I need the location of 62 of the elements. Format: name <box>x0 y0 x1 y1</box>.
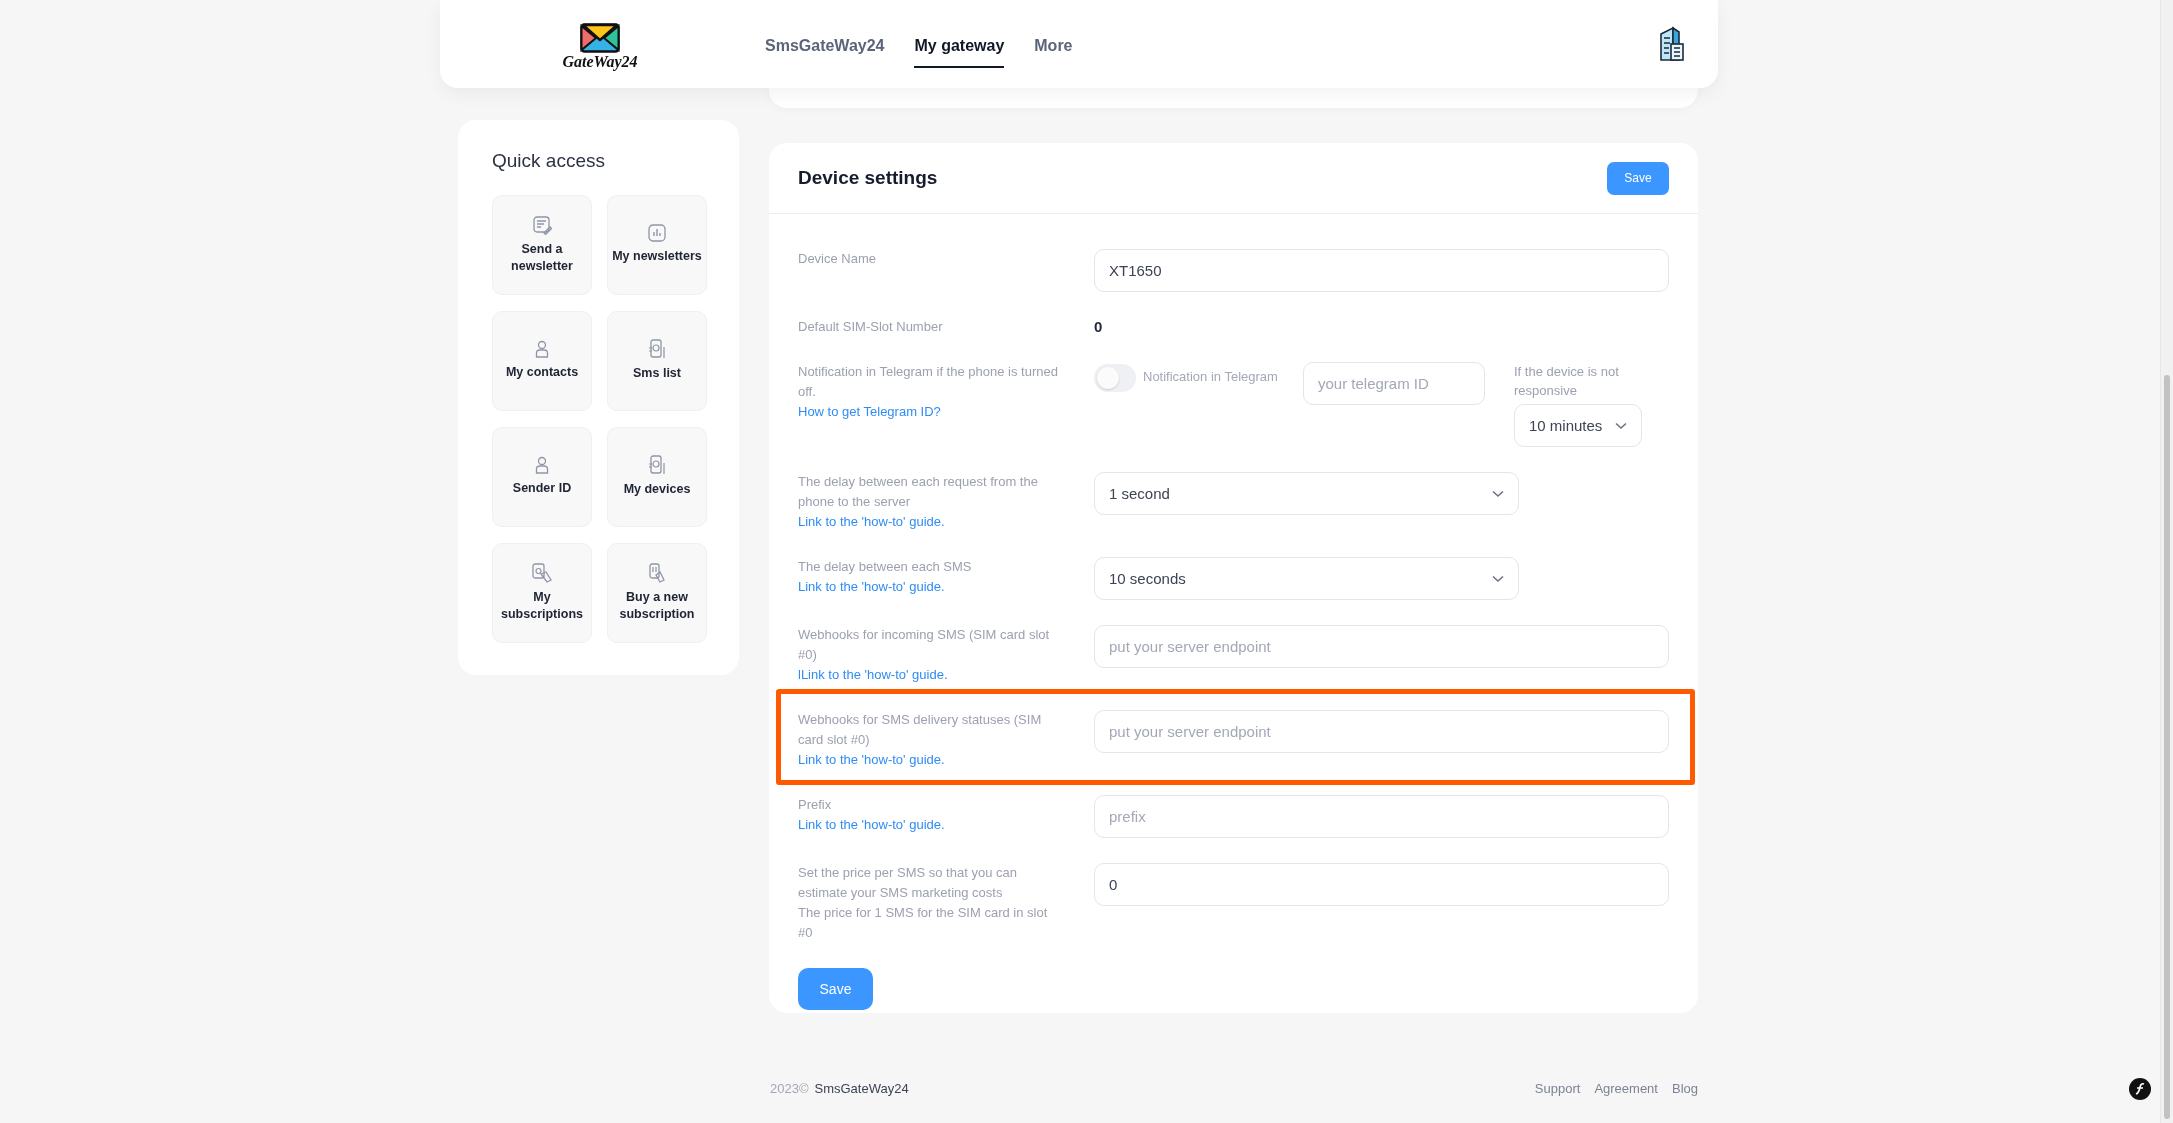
field-label: Webhooks for incoming SMS (SIM card slot #0) <box>798 626 1051 664</box>
field-label: Set the price per SMS so that you can estimate your SMS marketing costs <box>798 864 1018 902</box>
input-field[interactable]: your telegram ID <box>1303 362 1485 405</box>
chevron-icon <box>1492 574 1504 583</box>
field-label: The delay between each SMS <box>798 558 973 576</box>
phone-icon <box>648 339 666 360</box>
footer-link[interactable]: Blog <box>1671 1081 1698 1096</box>
footer-link[interactable]: Support <box>1534 1081 1581 1096</box>
envelope-icon <box>580 22 620 53</box>
panel-title: Quick access <box>492 150 606 172</box>
field-label: If the device is not responsive <box>1514 363 1620 400</box>
footer-link[interactable]: Agreement <box>1594 1081 1658 1096</box>
quick-access-tile[interactable]: My subscriptions <box>492 543 592 643</box>
logo-text: GateWay24 <box>562 53 638 70</box>
phone-icon <box>648 455 666 476</box>
guide-link[interactable]: lLink to the 'how-to' guide. <box>798 665 1058 685</box>
person-icon <box>535 340 549 359</box>
input-field[interactable]: put your server endpoint <box>1094 710 1669 753</box>
select-field[interactable]: 10 seconds <box>1094 557 1519 600</box>
quick-access-tile[interactable]: Sms list <box>607 311 707 411</box>
toggle-label: Notification in Telegram <box>1143 369 1279 384</box>
nav-tab[interactable]: My gateway <box>914 26 1005 68</box>
nav-tab[interactable]: SmsGateWay24 <box>765 26 885 68</box>
toolbar-logo-icon[interactable] <box>2129 1078 2151 1100</box>
person-icon <box>535 456 549 475</box>
input-field[interactable]: 0 <box>1094 863 1669 906</box>
select-field[interactable]: 10 minutes <box>1514 404 1642 447</box>
select-field[interactable]: 1 second <box>1094 472 1519 515</box>
quick-access-tile[interactable]: Send a newsletter <box>492 195 592 295</box>
field-value: 0 <box>1094 318 1103 335</box>
guide-link[interactable]: Link to the 'how-to' guide. <box>798 815 1058 835</box>
chevron-icon <box>1492 489 1504 498</box>
field-label: The delay between each request from the phone to the server <box>798 473 1039 511</box>
toggle-switch[interactable] <box>1094 364 1136 392</box>
field-label: Notification in Telegram if the phone is turned off. <box>798 363 1058 401</box>
card-title: Device settings <box>798 167 938 189</box>
field-label: Prefix <box>798 796 833 814</box>
guide-link[interactable]: Link to the 'how-to' guide. <box>798 750 1058 770</box>
quick-access-tile[interactable]: My newsletters <box>607 195 707 295</box>
scrollbar[interactable] <box>2160 0 2173 1123</box>
bar-chart-icon <box>648 224 666 243</box>
nav-tab[interactable]: More <box>1034 26 1073 68</box>
guide-link[interactable]: Link to the 'how-to' guide. <box>798 577 1058 597</box>
input-field[interactable]: XT1650 <box>1094 249 1669 292</box>
quick-access-tile[interactable]: My devices <box>607 427 707 527</box>
field-label: Device Name <box>798 250 878 268</box>
copyright-year: 2023© <box>770 1081 809 1096</box>
field-label: Webhooks for SMS delivery statuses (SIM card slot #0) <box>798 711 1043 749</box>
card-hand-icon <box>649 562 665 583</box>
field-label: The price for 1 SMS for the SIM card in slot #0 <box>798 904 1049 942</box>
input-field[interactable]: put your server endpoint <box>1094 625 1669 668</box>
card-hand-icon <box>532 562 552 583</box>
guide-link[interactable]: How to get Telegram ID? <box>798 402 1058 422</box>
footer-brand: SmsGateWay24 <box>814 1081 909 1096</box>
quick-access-tile[interactable]: Sender ID <box>492 427 592 527</box>
quick-access-tile[interactable]: Buy a new subscription <box>607 543 707 643</box>
input-field[interactable]: prefix <box>1094 795 1669 838</box>
document-pen-icon <box>532 214 552 235</box>
field-label: Default SIM-Slot Number <box>798 318 944 336</box>
chevron-icon <box>1615 421 1627 430</box>
guide-link[interactable]: Link to the 'how-to' guide. <box>798 512 1058 532</box>
quick-access-tile[interactable]: My contacts <box>492 311 592 411</box>
